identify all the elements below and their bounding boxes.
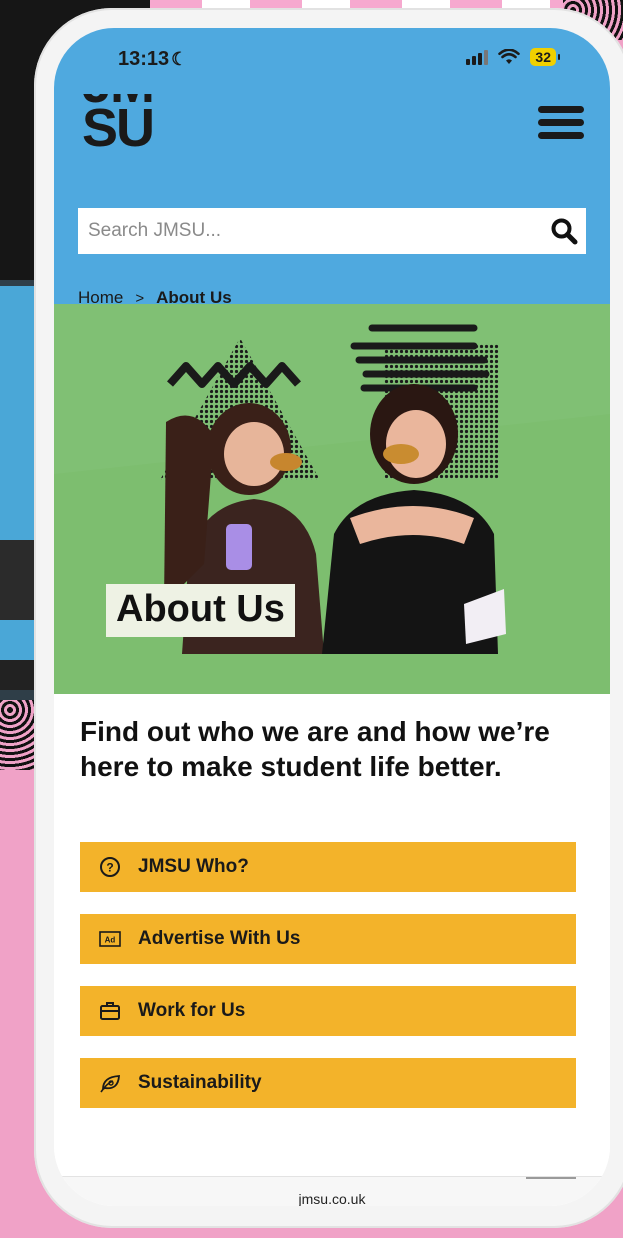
browser-url-bar[interactable]: jmsu.co.uk — [54, 1176, 610, 1206]
phone-screen: 13:13☾ 32 JM SU — [54, 28, 610, 1206]
svg-text:Ad: Ad — [105, 936, 116, 945]
hero-title: About Us — [106, 584, 295, 637]
site-header: 13:13☾ 32 JM SU — [54, 28, 610, 307]
advertise-with-us-button[interactable]: Ad Advertise With Us — [80, 914, 576, 964]
briefcase-icon — [98, 999, 122, 1023]
battery-icon: 32 — [530, 48, 560, 66]
wifi-icon — [498, 49, 521, 64]
signal-icon — [466, 49, 489, 65]
status-icons: 32 — [466, 48, 560, 66]
main-content: Find out who we are and how we’re here t… — [54, 694, 610, 1206]
jmsu-who-button[interactable]: ? JMSU Who? — [80, 842, 576, 892]
page-headline: Find out who we are and how we’re here t… — [80, 716, 550, 782]
leaf-icon — [98, 1071, 122, 1095]
link-button-list: ? JMSU Who? Ad Advertise With Us Work fo… — [80, 842, 576, 1130]
button-label: Sustainability — [138, 1072, 262, 1093]
jmsu-logo[interactable]: JM SU — [82, 94, 153, 156]
button-label: Work for Us — [138, 1000, 246, 1021]
search-bar — [78, 208, 586, 254]
hero-banner: About Us — [54, 304, 610, 694]
button-label: Advertise With Us — [138, 928, 301, 949]
moon-icon: ☾ — [171, 49, 188, 69]
sustainability-button[interactable]: Sustainability — [80, 1058, 576, 1108]
status-time: 13:13 ☾ — [118, 48, 188, 70]
svg-text:?: ? — [106, 861, 113, 875]
button-label: JMSU Who? — [138, 856, 249, 877]
search-input[interactable] — [78, 208, 540, 254]
phone-frame: 13:13☾ 32 JM SU — [34, 8, 623, 1228]
ad-icon: Ad — [98, 927, 122, 951]
url-bar-divider — [526, 1177, 576, 1179]
work-for-us-button[interactable]: Work for Us — [80, 986, 576, 1036]
url-text: jmsu.co.uk — [298, 1191, 366, 1206]
search-icon[interactable] — [550, 217, 578, 245]
menu-icon[interactable] — [538, 106, 584, 142]
question-circle-icon: ? — [98, 855, 122, 879]
